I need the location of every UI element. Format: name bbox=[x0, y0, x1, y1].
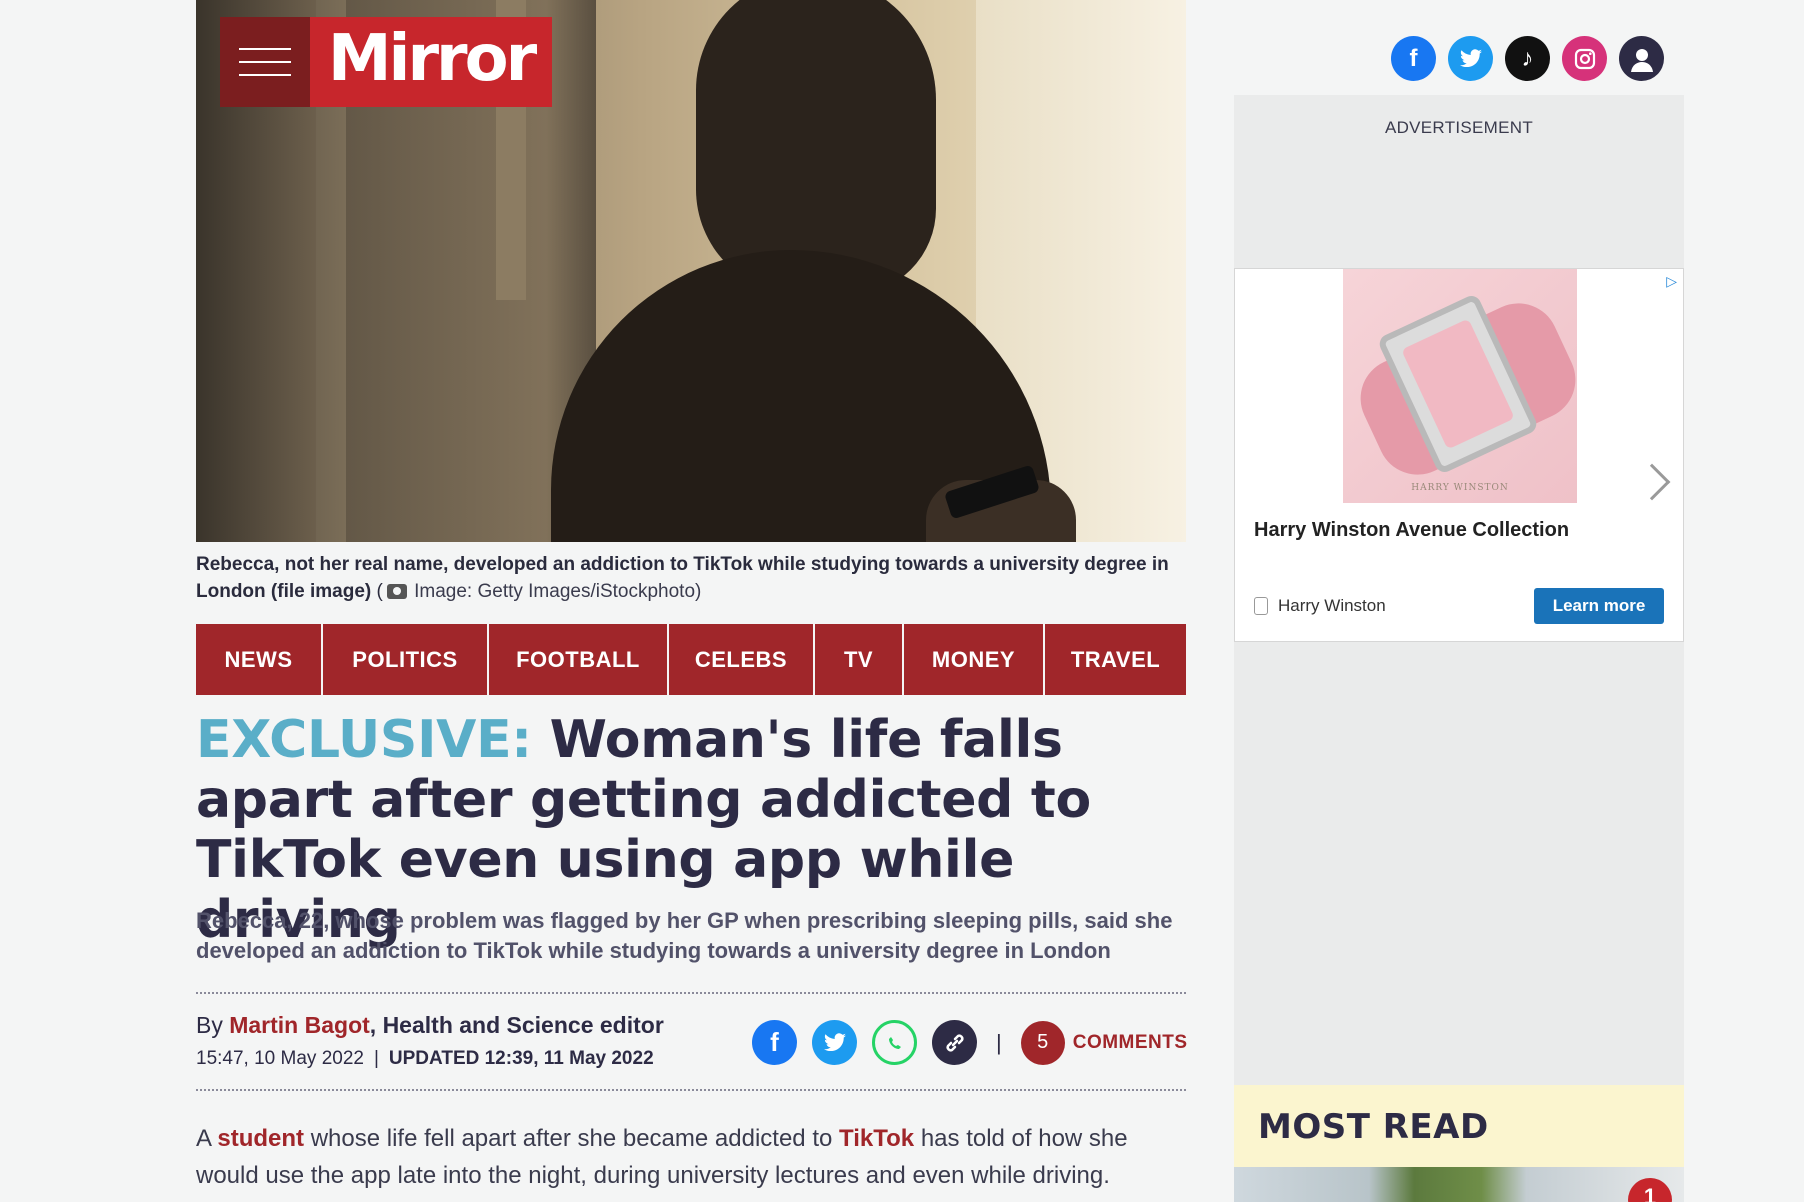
camera-icon bbox=[386, 584, 407, 599]
tiktok-icon[interactable]: ♪ bbox=[1505, 36, 1550, 81]
article-dates: 15:47, 10 May 2022 | UPDATED 12:39, 11 May… bbox=[196, 1048, 654, 1070]
body-text: A bbox=[196, 1125, 218, 1152]
nav-celebs[interactable]: CELEBS bbox=[669, 624, 813, 695]
chevron-right-icon[interactable] bbox=[1633, 463, 1671, 501]
share-bar: f | 5 COMMENTS bbox=[752, 1020, 1188, 1065]
ad-image-brand: HARRY WINSTON bbox=[1411, 483, 1509, 493]
share-separator: | bbox=[996, 1029, 1002, 1055]
brand-wordmark[interactable]: Mirror bbox=[310, 17, 552, 107]
date-separator: | bbox=[373, 1048, 379, 1069]
exclusive-tag: EXCLUSIVE: bbox=[196, 710, 532, 770]
display-ad[interactable]: HARRY WINSTON ▷ Harry Winston Avenue Col… bbox=[1234, 268, 1684, 642]
published-time: 15:47, 10 May 2022 bbox=[196, 1048, 364, 1069]
whatsapp-icon[interactable] bbox=[872, 1020, 917, 1065]
ad-title[interactable]: Harry Winston Avenue Collection bbox=[1254, 519, 1569, 542]
article-body-paragraph: A student whose life fell apart after sh… bbox=[196, 1120, 1186, 1194]
ad-product-image[interactable]: HARRY WINSTON bbox=[1343, 269, 1577, 503]
section-nav: NEWS POLITICS FOOTBALL CELEBS TV MONEY T… bbox=[196, 624, 1186, 695]
link-icon[interactable] bbox=[932, 1020, 977, 1065]
advertiser-logo-icon bbox=[1254, 597, 1268, 615]
divider bbox=[196, 992, 1186, 994]
most-read-header: MOST READ bbox=[1234, 1085, 1684, 1167]
author-role: , Health and Science editor bbox=[369, 1012, 664, 1038]
image-caption: Rebecca, not her real name, developed an… bbox=[196, 551, 1190, 605]
body-text: whose life fell apart after she became a… bbox=[304, 1125, 840, 1152]
twitter-icon[interactable] bbox=[812, 1020, 857, 1065]
comment-count[interactable]: 5 bbox=[1020, 1020, 1065, 1065]
facebook-icon[interactable]: f bbox=[752, 1020, 797, 1065]
nav-money[interactable]: MONEY bbox=[904, 624, 1043, 695]
nav-football[interactable]: FOOTBALL bbox=[489, 624, 667, 695]
facebook-icon[interactable]: f bbox=[1391, 36, 1436, 81]
nav-news[interactable]: NEWS bbox=[196, 624, 321, 695]
most-read-thumbnail[interactable] bbox=[1234, 1167, 1684, 1202]
advertisement-label: ADVERTISEMENT bbox=[1384, 118, 1534, 137]
divider bbox=[196, 1089, 1186, 1091]
comments-label[interactable]: COMMENTS bbox=[1073, 1032, 1188, 1054]
byline-prefix: By bbox=[196, 1012, 230, 1038]
byline: By Martin Bagot, Health and Science edit… bbox=[196, 1012, 664, 1039]
nav-politics[interactable]: POLITICS bbox=[323, 624, 487, 695]
link-tiktok[interactable]: TikTok bbox=[839, 1125, 914, 1152]
ad-learn-more-button[interactable]: Learn more bbox=[1534, 588, 1664, 624]
image-credit: Image: Getty Images/iStockphoto) bbox=[414, 581, 702, 602]
link-student[interactable]: student bbox=[217, 1125, 304, 1152]
nav-travel[interactable]: TRAVEL bbox=[1045, 624, 1186, 695]
instagram-icon[interactable] bbox=[1562, 36, 1607, 81]
updated-time: UPDATED 12:39, 11 May 2022 bbox=[388, 1048, 654, 1069]
caption-credit-open: ( bbox=[371, 581, 383, 602]
article-standfirst: Rebecca, 22, whose problem was flagged b… bbox=[196, 908, 1173, 963]
account-icon[interactable] bbox=[1619, 36, 1664, 81]
comments-link[interactable]: 5 COMMENTS bbox=[1020, 1020, 1188, 1065]
ad-advertiser[interactable]: Harry Winston bbox=[1254, 596, 1386, 616]
nav-tv[interactable]: TV bbox=[815, 624, 902, 695]
adchoices-icon[interactable]: ▷ bbox=[1666, 273, 1677, 290]
site-logo[interactable]: Mirror bbox=[220, 17, 552, 107]
most-read-title: MOST READ bbox=[1258, 1107, 1489, 1147]
hamburger-menu-icon[interactable] bbox=[220, 17, 310, 107]
advertiser-name: Harry Winston bbox=[1278, 596, 1386, 615]
twitter-icon[interactable] bbox=[1448, 36, 1493, 81]
author-link[interactable]: Martin Bagot bbox=[229, 1012, 370, 1038]
header-social-links: f ♪ bbox=[1391, 36, 1664, 81]
